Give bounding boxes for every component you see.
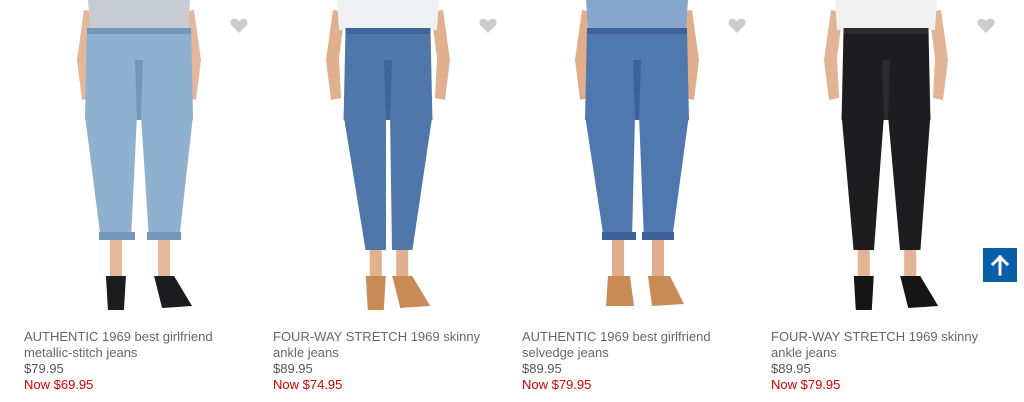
product-image[interactable] <box>271 0 505 322</box>
product-name[interactable]: FOUR-WAY STRETCH 1969 skinny ankle jeans <box>273 329 495 361</box>
product-price: $79.95 <box>24 361 64 376</box>
product-sale-price: Now $74.95 <box>273 377 343 392</box>
product-grid: AUTHENTIC 1969 best girlfriend metallic-… <box>0 0 1024 402</box>
product-info: AUTHENTIC 1969 best girlfriend selvedge … <box>522 329 744 393</box>
product-name[interactable]: AUTHENTIC 1969 best girlfriend selvedge … <box>522 329 744 361</box>
product-name[interactable]: FOUR-WAY STRETCH 1969 skinny ankle jeans <box>771 329 993 361</box>
arrow-up-icon <box>990 254 1010 276</box>
product-card[interactable]: AUTHENTIC 1969 best girlfriend metallic-… <box>0 0 256 402</box>
heart-icon[interactable] <box>975 14 997 36</box>
product-sale-price: Now $69.95 <box>24 377 94 392</box>
product-price: $89.95 <box>771 361 811 376</box>
heart-icon[interactable] <box>477 14 499 36</box>
product-card[interactable]: FOUR-WAY STRETCH 1969 skinny ankle jeans… <box>249 0 505 402</box>
heart-icon[interactable] <box>726 14 748 36</box>
product-name[interactable]: AUTHENTIC 1969 best girlfriend metallic-… <box>24 329 246 361</box>
product-price: $89.95 <box>522 361 562 376</box>
product-info: AUTHENTIC 1969 best girlfriend metallic-… <box>24 329 246 393</box>
product-image[interactable] <box>520 0 754 322</box>
product-sale-price: Now $79.95 <box>771 377 841 392</box>
back-to-top-button[interactable] <box>983 248 1017 282</box>
product-info: FOUR-WAY STRETCH 1969 skinny ankle jeans… <box>771 329 993 393</box>
heart-icon[interactable] <box>228 14 250 36</box>
product-image[interactable] <box>22 0 256 322</box>
product-sale-price: Now $79.95 <box>522 377 592 392</box>
product-card[interactable]: AUTHENTIC 1969 best girlfriend selvedge … <box>498 0 754 402</box>
product-price: $89.95 <box>273 361 313 376</box>
product-image[interactable] <box>769 0 1003 322</box>
product-card[interactable]: FOUR-WAY STRETCH 1969 skinny ankle jeans… <box>747 0 1003 402</box>
product-info: FOUR-WAY STRETCH 1969 skinny ankle jeans… <box>273 329 495 393</box>
